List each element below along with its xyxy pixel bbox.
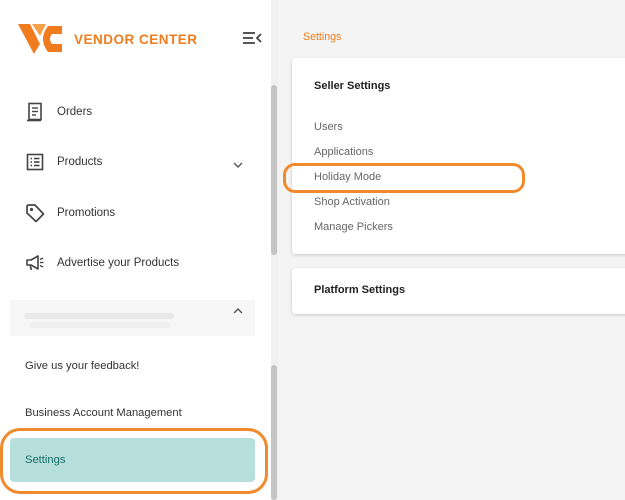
seller-settings-card: Seller Settings Users Applications Holid… bbox=[292, 58, 625, 254]
sidebar-item-label: Promotions bbox=[57, 207, 116, 219]
list-icon bbox=[25, 152, 45, 172]
setting-link-users[interactable]: Users bbox=[314, 121, 343, 133]
sidebar: VENDOR CENTER Orders Products Promotions… bbox=[0, 0, 271, 500]
tag-icon bbox=[25, 203, 45, 223]
megaphone-icon bbox=[25, 253, 45, 273]
card-title: Seller Settings bbox=[314, 80, 391, 92]
sidebar-item-products[interactable]: Products bbox=[25, 151, 102, 173]
receipt-icon bbox=[25, 102, 45, 122]
setting-link-shop-activation[interactable]: Shop Activation bbox=[314, 196, 390, 208]
setting-link-holiday-mode[interactable]: Holiday Mode bbox=[314, 171, 381, 183]
obscured-text bbox=[24, 313, 174, 319]
sidebar-item-label: Products bbox=[57, 156, 103, 168]
chevron-down-icon[interactable] bbox=[232, 160, 244, 170]
sidebar-scrollbar-thumb[interactable] bbox=[271, 85, 277, 255]
setting-link-manage-pickers[interactable]: Manage Pickers bbox=[314, 221, 393, 233]
sidebar-item-label: Settings bbox=[25, 454, 66, 466]
sidebar-item-feedback[interactable]: Give us your feedback! bbox=[25, 360, 139, 372]
sidebar-item-business-account[interactable]: Business Account Management bbox=[25, 407, 182, 419]
card-title: Platform Settings bbox=[314, 284, 406, 296]
sidebar-item-orders[interactable]: Orders bbox=[25, 101, 92, 123]
brand-name: VENDOR CENTER bbox=[74, 31, 198, 47]
collapse-menu-icon[interactable] bbox=[242, 30, 262, 46]
chevron-up-icon[interactable] bbox=[232, 306, 244, 316]
vendor-center-logo-icon bbox=[18, 24, 62, 54]
sidebar-item-label: Advertise your Products bbox=[57, 257, 180, 269]
sidebar-item-settings[interactable]: Settings bbox=[10, 438, 255, 482]
brand[interactable]: VENDOR CENTER bbox=[18, 22, 198, 56]
platform-settings-card[interactable]: Platform Settings bbox=[292, 268, 625, 314]
sidebar-scrollbar-thumb[interactable] bbox=[271, 365, 277, 500]
breadcrumb[interactable]: Settings bbox=[303, 31, 341, 43]
obscured-text bbox=[30, 322, 170, 328]
sidebar-item-label: Orders bbox=[57, 106, 93, 118]
sidebar-group-obscured[interactable] bbox=[10, 300, 255, 336]
setting-link-applications[interactable]: Applications bbox=[314, 146, 373, 158]
sidebar-item-advertise[interactable]: Advertise your Products bbox=[25, 252, 179, 274]
sidebar-item-promotions[interactable]: Promotions bbox=[25, 202, 115, 224]
